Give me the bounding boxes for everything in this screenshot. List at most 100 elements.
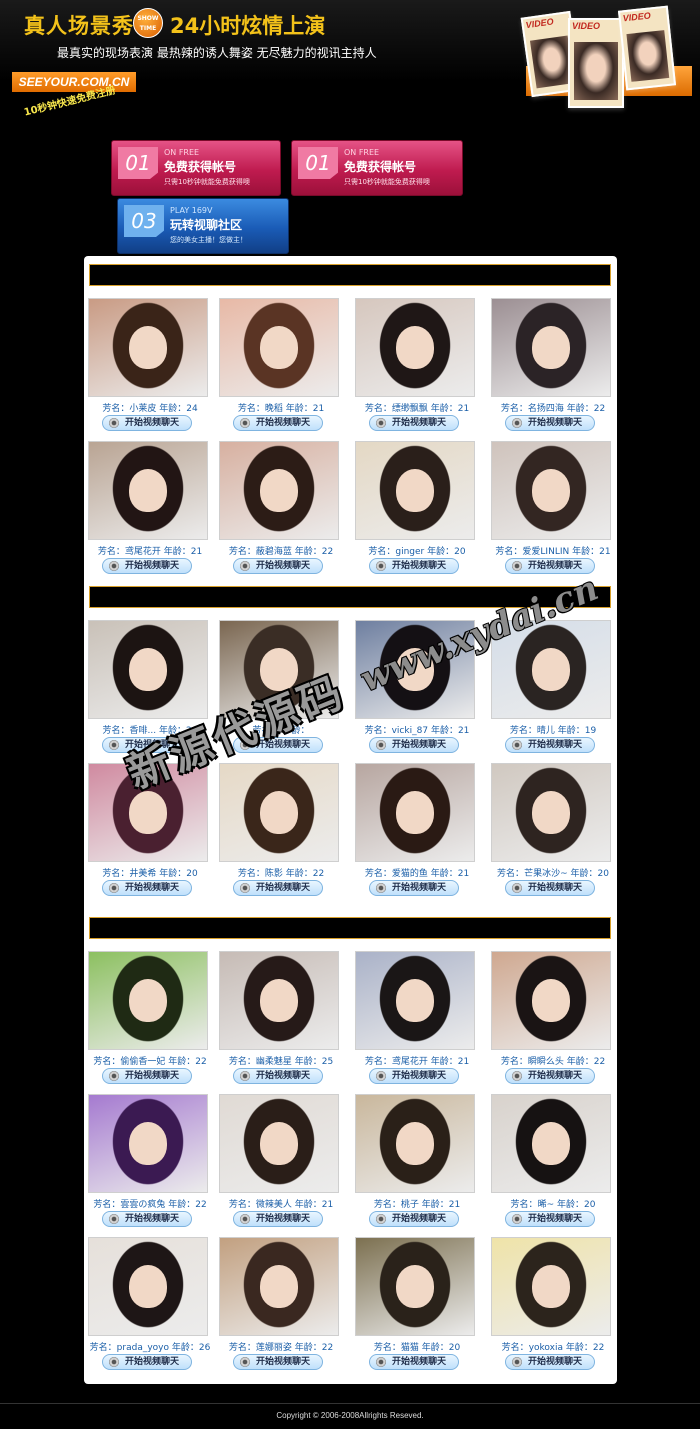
headline-left: 真人场景秀 — [24, 14, 134, 38]
start-video-chat-button[interactable]: 开始视频聊天 — [233, 737, 323, 753]
start-video-chat-button[interactable]: 开始视频聊天 — [102, 558, 192, 574]
host-photo[interactable] — [219, 1237, 339, 1336]
host-info: 芳名：prada_yoyo 年龄：26 — [89, 1343, 211, 1353]
host-name: 缥缈飘飘 — [391, 404, 428, 414]
host-age: 20 — [448, 1343, 461, 1353]
promo-free-account-2[interactable]: 01 ON FREE 免费获得帐号 只需10秒钟就能免费获得噢 — [291, 140, 463, 196]
start-video-chat-button[interactable]: 开始视频聊天 — [369, 1068, 459, 1084]
host-photo[interactable] — [491, 441, 611, 540]
host-photo[interactable] — [88, 298, 208, 397]
host-name: 幽柔魅星 — [255, 1057, 292, 1067]
host-photo[interactable] — [491, 620, 611, 719]
host-photo[interactable] — [88, 763, 208, 862]
host-name: 微辣美人 — [255, 1200, 292, 1210]
host-photo[interactable] — [355, 441, 475, 540]
start-video-chat-button[interactable]: 开始视频聊天 — [505, 880, 595, 896]
host-photo[interactable] — [219, 441, 339, 540]
host-photo[interactable] — [491, 951, 611, 1050]
promo-free-account-1[interactable]: 01 ON FREE 免费获得帐号 只需10秒钟就能免费获得噢 — [111, 140, 281, 196]
webcam-icon — [109, 561, 119, 571]
start-video-chat-button[interactable]: 开始视频聊天 — [102, 737, 192, 753]
start-video-chat-button[interactable]: 开始视频聊天 — [369, 415, 459, 431]
host-name: 小莱皮 — [129, 404, 157, 414]
host-photo[interactable] — [219, 763, 339, 862]
host-info: 芳名：瞬瞬么头 年龄：22 — [500, 1057, 606, 1067]
host-card: 芳名：vicki_87 年龄：21 开始视频聊天 — [351, 620, 487, 754]
host-age: 20 — [454, 547, 466, 557]
start-video-chat-button[interactable]: 开始视频聊天 — [102, 1354, 192, 1370]
host-card: 芳名：莲娜丽姿 年龄：22 开始视频聊天 — [215, 1237, 351, 1371]
start-video-chat-button[interactable]: 开始视频聊天 — [233, 415, 323, 431]
start-video-chat-button[interactable]: 开始视频聊天 — [505, 558, 595, 574]
start-video-chat-button[interactable]: 开始视频聊天 — [102, 415, 192, 431]
start-video-chat-button[interactable]: 开始视频聊天 — [369, 1211, 459, 1227]
start-video-chat-button[interactable]: 开始视频聊天 — [505, 415, 595, 431]
start-video-chat-button[interactable]: 开始视频聊天 — [102, 1211, 192, 1227]
host-photo[interactable] — [491, 1094, 611, 1193]
start-video-chat-button[interactable]: 开始视频聊天 — [369, 880, 459, 896]
host-photo[interactable] — [219, 298, 339, 397]
start-video-chat-button[interactable]: 开始视频聊天 — [369, 737, 459, 753]
host-age: 20 — [186, 726, 198, 736]
start-video-chat-button[interactable]: 开始视频聊天 — [233, 1068, 323, 1084]
start-video-chat-button[interactable]: 开始视频聊天 — [505, 1211, 595, 1227]
host-card: 芳名：晴儿 年龄：19 开始视频聊天 — [487, 620, 623, 754]
start-video-chat-button[interactable]: 开始视频聊天 — [505, 1354, 595, 1370]
host-photo[interactable] — [355, 620, 475, 719]
host-info: 芳名：小莱皮 年龄：24 — [102, 404, 198, 414]
start-video-chat-button[interactable]: 开始视频聊天 — [369, 1354, 459, 1370]
host-info: 芳名：陈影 年龄：22 — [237, 869, 325, 879]
start-video-chat-button[interactable]: 开始视频聊天 — [233, 1211, 323, 1227]
host-age: 21 — [457, 404, 470, 414]
host-gallery-panel: 芳名：小莱皮 年龄：24 开始视频聊天 芳名：晚稻 年龄：21 开始视频聊天 芳名：缥缈… — [84, 256, 617, 1384]
video-magazine-covers: VIDEO VIDEO VIDEO — [520, 5, 692, 110]
webcam-icon — [109, 1357, 119, 1367]
host-photo[interactable] — [355, 298, 475, 397]
start-video-chat-button[interactable]: 开始视频聊天 — [505, 737, 595, 753]
host-photo[interactable] — [491, 298, 611, 397]
host-age: 21 — [312, 404, 325, 414]
site-logo[interactable]: SEEYOUR.COM.CN — [12, 72, 136, 92]
host-age: 26 — [198, 1343, 211, 1353]
host-name: 名扬四海 — [527, 404, 564, 414]
host-info: 芳名：名扬四海 年龄：22 — [500, 404, 606, 414]
host-age: 19 — [584, 726, 597, 736]
start-video-chat-button[interactable]: 开始视频聊天 — [233, 1354, 323, 1370]
host-photo[interactable] — [88, 620, 208, 719]
host-photo[interactable] — [355, 1094, 475, 1193]
host-card: 芳名：爱爱LINLIN 年龄：21 开始视频聊天 — [487, 441, 623, 575]
start-video-chat-button[interactable]: 开始视频聊天 — [369, 558, 459, 574]
host-photo[interactable] — [355, 1237, 475, 1336]
host-info: 芳名：鸢尾花开 年龄：21 — [364, 1057, 470, 1067]
host-photo[interactable] — [491, 1237, 611, 1336]
host-photo[interactable] — [491, 763, 611, 862]
start-video-chat-button[interactable]: 开始视频聊天 — [505, 1068, 595, 1084]
host-photo[interactable] — [88, 1237, 208, 1336]
host-age: 21 — [448, 1200, 461, 1210]
host-info: 芳名：晞~ 年龄：20 — [510, 1200, 596, 1210]
start-video-chat-button[interactable]: 开始视频聊天 — [102, 880, 192, 896]
host-info: 芳名：爱猫的鱼 年龄：21 — [364, 869, 470, 879]
host-photo[interactable] — [88, 951, 208, 1050]
host-card: 芳名： 年龄： 开始视频聊天 — [215, 620, 351, 754]
headline-right: 24小时炫情上演 — [170, 14, 326, 38]
host-photo[interactable] — [219, 951, 339, 1050]
start-video-chat-button[interactable]: 开始视频聊天 — [102, 1068, 192, 1084]
host-card: 芳名：小莱皮 年龄：24 开始视频聊天 — [84, 298, 220, 432]
host-photo[interactable] — [219, 1094, 339, 1193]
tagline: 最真实的现场表演 最热辣的诱人舞姿 无尽魅力的视讯主持人 — [57, 46, 377, 60]
host-photo[interactable] — [355, 763, 475, 862]
host-photo[interactable] — [88, 441, 208, 540]
webcam-icon — [376, 883, 386, 893]
host-age: 20 — [584, 1200, 596, 1210]
host-name: 晚稻 — [264, 404, 283, 414]
host-card: 芳名：爱猫的鱼 年龄：21 开始视频聊天 — [351, 763, 487, 897]
host-name: 偷偷香一妃 — [120, 1057, 166, 1067]
promo-community[interactable]: 03 PLAY 169V 玩转视聊社区 您的美女主播！您做主！ — [117, 198, 289, 254]
host-photo[interactable] — [88, 1094, 208, 1193]
start-video-chat-button[interactable]: 开始视频聊天 — [233, 558, 323, 574]
host-card: 芳名：yokoxia 年龄：22 开始视频聊天 — [487, 1237, 623, 1371]
host-photo[interactable] — [355, 951, 475, 1050]
start-video-chat-button[interactable]: 开始视频聊天 — [233, 880, 323, 896]
host-photo[interactable] — [219, 620, 339, 719]
